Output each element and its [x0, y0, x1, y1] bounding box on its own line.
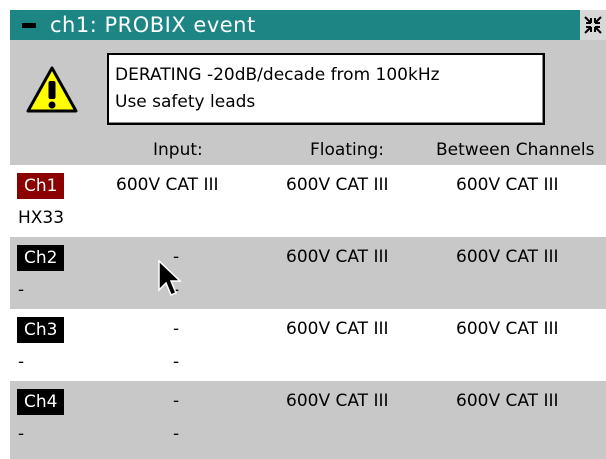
cell-between: 600V CAT III: [456, 175, 559, 195]
minimize-icon[interactable]: [22, 22, 36, 28]
window-title: ch1: PROBIX event: [50, 13, 256, 37]
cell-floating: 600V CAT III: [286, 319, 389, 339]
collapse-icon[interactable]: [580, 10, 606, 40]
mouse-cursor-icon: [158, 260, 182, 296]
table-row-ch3: Ch3 - 600V CAT III 600V CAT III - -: [10, 309, 606, 381]
cell-between: 600V CAT III: [456, 247, 559, 267]
channel-badge-ch1[interactable]: Ch1: [17, 173, 65, 199]
cell-floating: 600V CAT III: [286, 247, 389, 267]
warning-area: DERATING -20dB/decade from 100kHz Use sa…: [10, 40, 606, 132]
probix-event-window: ch1: PROBIX event DERATING -20dB/decade …: [10, 10, 606, 459]
channel-badge-ch2[interactable]: Ch2: [17, 245, 65, 271]
cell-floating: 600V CAT III: [286, 391, 389, 411]
cell-input: 600V CAT III: [116, 175, 219, 195]
message-line-1: DERATING -20dB/decade from 100kHz: [115, 65, 440, 85]
table-header: Input: Floating: Between Channels: [10, 132, 606, 165]
column-header-input: Input:: [153, 140, 203, 160]
title-bar[interactable]: ch1: PROBIX event: [10, 10, 606, 40]
probe-input: -: [173, 352, 180, 372]
table-row-ch1: Ch1 600V CAT III 600V CAT III 600V CAT I…: [10, 165, 606, 237]
column-header-between: Between Channels: [436, 140, 595, 160]
message-line-2: Use safety leads: [115, 92, 256, 112]
column-header-floating: Floating:: [310, 140, 385, 160]
cell-input: -: [173, 391, 180, 411]
message-box: DERATING -20dB/decade from 100kHz Use sa…: [107, 53, 545, 125]
table-row-ch2: Ch2 - 600V CAT III 600V CAT III - -: [10, 237, 606, 309]
channel-badge-ch3[interactable]: Ch3: [17, 317, 65, 343]
probe-name: -: [18, 352, 25, 372]
table-row-ch4: Ch4 - 600V CAT III 600V CAT III - -: [10, 381, 606, 453]
probe-name: -: [18, 424, 25, 444]
probe-input: -: [173, 424, 180, 444]
warning-icon: [26, 66, 78, 113]
probe-name: HX33: [18, 208, 65, 228]
probe-name: -: [18, 280, 25, 300]
cell-between: 600V CAT III: [456, 319, 559, 339]
cell-floating: 600V CAT III: [286, 175, 389, 195]
channel-badge-ch4[interactable]: Ch4: [17, 389, 65, 415]
cell-input: -: [173, 319, 180, 339]
cell-between: 600V CAT III: [456, 391, 559, 411]
